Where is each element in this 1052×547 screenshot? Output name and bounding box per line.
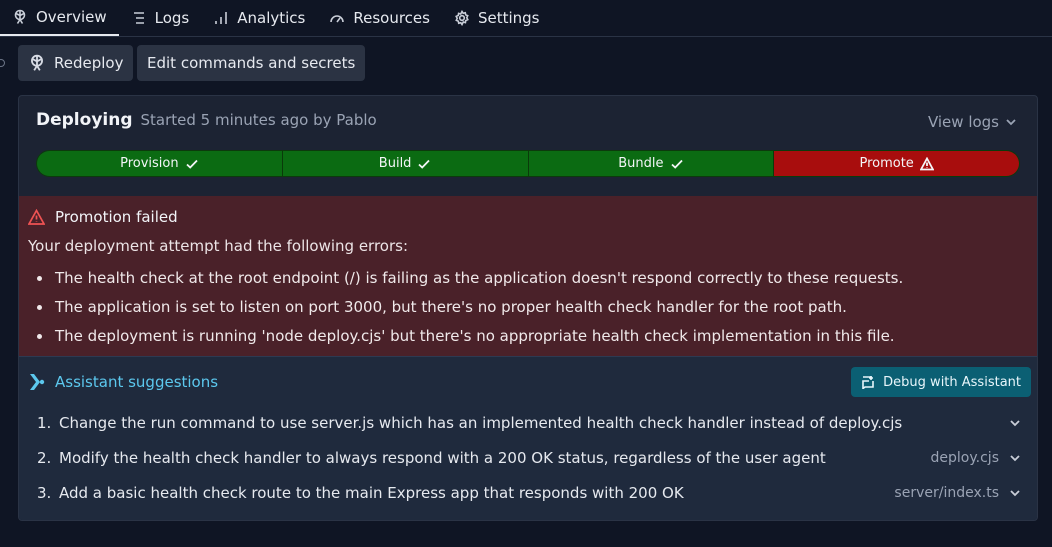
- tab-label: Resources: [353, 9, 430, 27]
- edit-commands-label: Edit commands and secrets: [147, 54, 356, 72]
- debug-with-assistant-button[interactable]: Debug with Assistant: [851, 367, 1031, 397]
- error-item: The application is set to listen on port…: [28, 296, 903, 325]
- warning-icon: [28, 208, 45, 225]
- error-item: The deployment is running 'node deploy.c…: [28, 325, 903, 354]
- chevron-down-icon: [1010, 454, 1020, 461]
- error-list: The health check at the root endpoint (/…: [28, 267, 903, 354]
- chevron-down-icon: [1006, 119, 1016, 126]
- deployment-subtitle: Started 5 minutes ago by Pablo: [140, 111, 377, 129]
- debug-label: Debug with Assistant: [883, 374, 1021, 390]
- error-title: Promotion failed: [28, 208, 178, 226]
- suggestion-number: 1.: [37, 413, 52, 432]
- step-label: Build: [378, 156, 412, 171]
- view-logs-button[interactable]: View logs: [928, 113, 1017, 131]
- tab-label: Analytics: [237, 9, 306, 27]
- deployment-stepper: Provision Build Bundle Promote: [36, 150, 1020, 177]
- suggestion-file: deploy.cjs: [930, 449, 999, 466]
- bar-chart-icon: [215, 12, 228, 24]
- chevron-down-icon: [1010, 489, 1020, 496]
- suggestion-file: server/index.ts: [894, 484, 999, 501]
- check-icon: [670, 159, 683, 169]
- step-provision: Provision: [37, 151, 282, 176]
- deployment-status: Deploying: [36, 110, 133, 130]
- check-icon: [186, 159, 198, 169]
- view-logs-label: View logs: [927, 113, 999, 131]
- gear-icon: [455, 10, 469, 26]
- suggestion-item[interactable]: 1. Change the run command to use server.…: [37, 405, 1021, 440]
- tab-bar: Overview Logs Analytics Resources Settin…: [0, 0, 1052, 37]
- deployment-card: Deploying Started 5 minutes ago by Pablo…: [18, 95, 1038, 521]
- suggestion-item[interactable]: 3. Add a basic health check route to the…: [37, 475, 1021, 510]
- suggestion-item[interactable]: 2. Modify the health check handler to al…: [37, 440, 1021, 475]
- step-promote: Promote: [773, 151, 1019, 176]
- error-intro: Your deployment attempt had the followin…: [28, 237, 409, 255]
- tab-label: Settings: [477, 9, 540, 27]
- tab-settings[interactable]: Settings: [442, 0, 552, 36]
- chat-icon: [862, 376, 874, 389]
- suggestion-text: Modify the health check handler to alway…: [59, 448, 826, 467]
- timeline-dot: [0, 59, 5, 67]
- error-title-text: Promotion failed: [55, 208, 178, 226]
- step-label: Promote: [859, 156, 914, 171]
- error-item: The health check at the root endpoint (/…: [28, 267, 903, 296]
- deployment-header: Deploying Started 5 minutes ago by Pablo: [36, 110, 377, 130]
- step-build: Build: [281, 151, 528, 176]
- list-icon: [133, 12, 144, 24]
- edit-commands-button[interactable]: Edit commands and secrets: [137, 45, 366, 81]
- suggestion-number: 2.: [37, 448, 52, 467]
- tab-logs[interactable]: Logs: [119, 0, 202, 36]
- gauge-icon: [330, 15, 345, 23]
- tab-overview[interactable]: Overview: [0, 0, 119, 36]
- redeploy-label: Redeploy: [54, 54, 124, 72]
- deploy-icon: [31, 54, 43, 71]
- chevron-down-icon: [1010, 419, 1020, 426]
- step-label: Provision: [120, 156, 179, 171]
- tab-label: Logs: [154, 9, 190, 27]
- assistant-suggestions-panel: Assistant suggestions Debug with Assista…: [19, 356, 1037, 520]
- suggestion-text: Add a basic health check route to the ma…: [59, 483, 684, 502]
- step-bundle: Bundle: [527, 151, 774, 176]
- deploy-icon: [14, 9, 26, 24]
- assistant-icon: [30, 374, 45, 390]
- warning-icon: [919, 156, 934, 170]
- tab-analytics[interactable]: Analytics: [201, 0, 317, 36]
- tab-resources[interactable]: Resources: [317, 0, 442, 36]
- suggestion-text: Change the run command to use server.js …: [59, 413, 903, 432]
- step-label: Bundle: [618, 156, 664, 171]
- suggestions-title: Assistant suggestions: [29, 373, 218, 391]
- redeploy-button[interactable]: Redeploy: [18, 45, 134, 81]
- check-icon: [418, 159, 431, 169]
- suggestions-title-text: Assistant suggestions: [55, 373, 219, 391]
- suggestion-number: 3.: [37, 483, 52, 502]
- tab-label: Overview: [36, 8, 107, 26]
- suggestions-list: 1. Change the run command to use server.…: [37, 405, 1021, 510]
